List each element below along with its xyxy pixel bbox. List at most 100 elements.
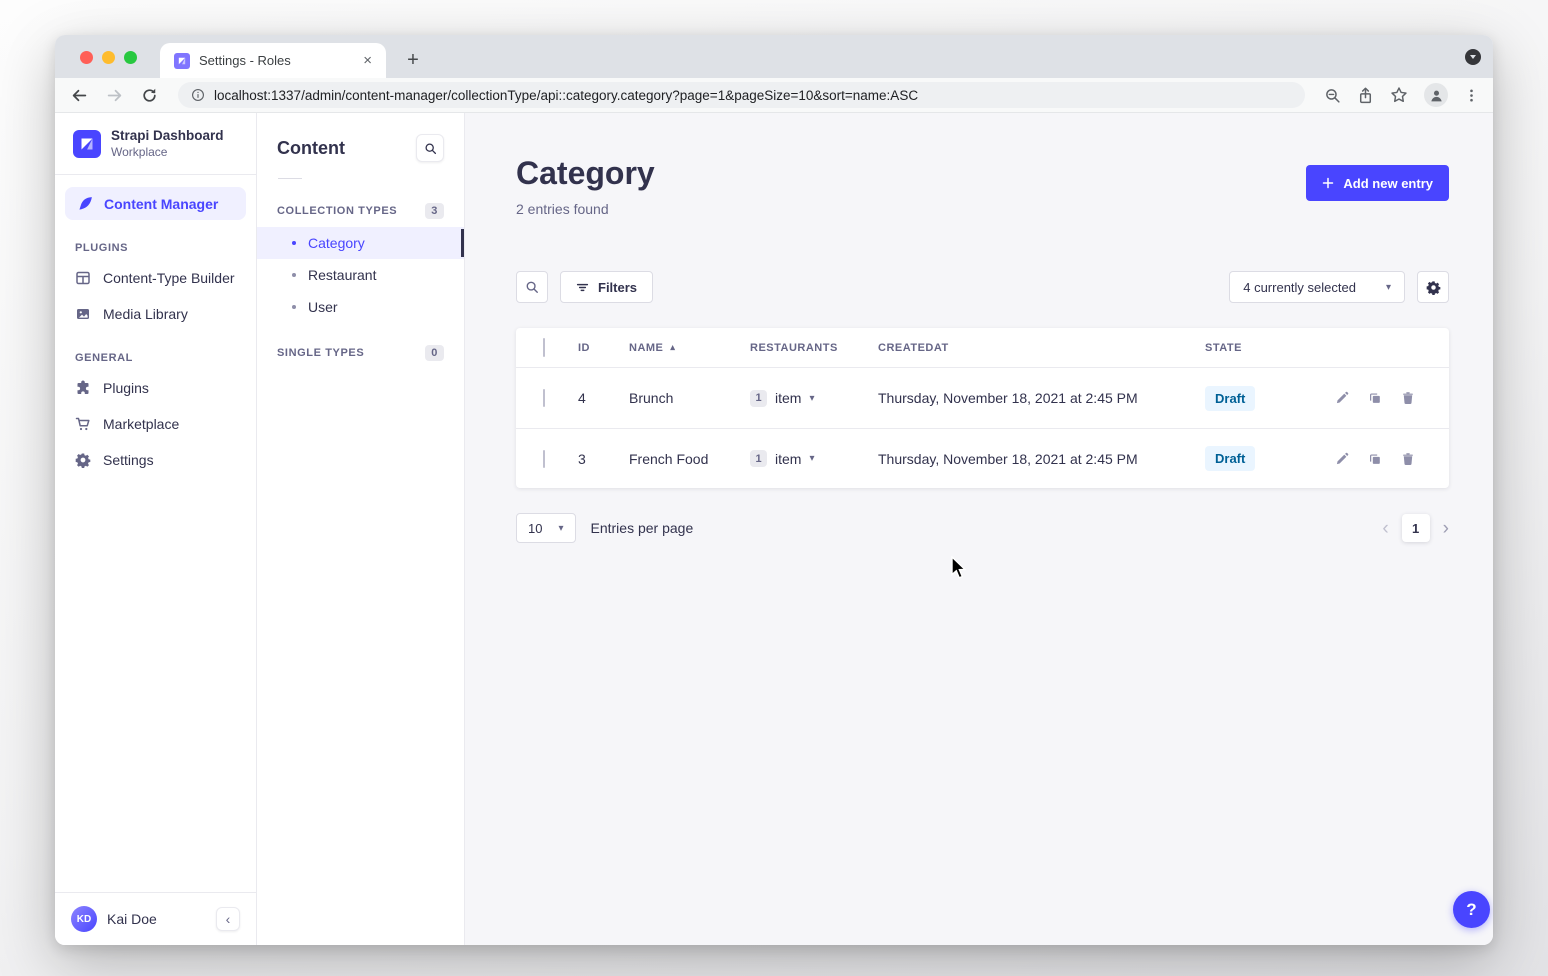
entries-table: ID NAME ▴ RESTAURANTS CREATEDAT STATE 4	[516, 328, 1449, 488]
subnav-search-button[interactable]	[416, 134, 444, 162]
sidebar-item-media-library[interactable]: Media Library	[55, 296, 256, 332]
collapse-sidebar-button[interactable]: ‹	[216, 907, 240, 931]
column-header-id[interactable]: ID	[578, 342, 629, 354]
delete-button[interactable]	[1401, 452, 1415, 466]
collection-types-count-badge: 3	[425, 203, 444, 219]
sidebar-item-marketplace[interactable]: Marketplace	[55, 406, 256, 442]
new-tab-button[interactable]: +	[399, 46, 427, 74]
state-badge: Draft	[1205, 446, 1255, 471]
url-bar[interactable]: localhost:1337/admin/content-manager/col…	[178, 82, 1305, 108]
pencil-icon	[1335, 391, 1349, 405]
share-icon[interactable]	[1357, 87, 1374, 104]
cell-name: Brunch	[629, 390, 750, 406]
duplicate-button[interactable]	[1368, 452, 1382, 466]
row-checkbox[interactable]	[543, 389, 545, 407]
user-name: Kai Doe	[107, 911, 157, 927]
previous-page-button[interactable]: ‹	[1382, 519, 1388, 538]
minimize-window-button[interactable]	[102, 51, 115, 64]
next-page-button[interactable]: ›	[1443, 519, 1449, 538]
trash-icon	[1401, 452, 1415, 466]
delete-button[interactable]	[1401, 391, 1415, 405]
section-plugins-label: PLUGINS	[55, 222, 256, 260]
gear-icon	[1426, 280, 1441, 295]
cell-createdat: Thursday, November 18, 2021 at 2:45 PM	[878, 451, 1205, 467]
table-header-row: ID NAME ▴ RESTAURANTS CREATEDAT STATE	[516, 328, 1449, 368]
subnav-item-category[interactable]: Category	[257, 227, 464, 259]
strapi-logo-icon	[73, 130, 101, 158]
page-size-select[interactable]: 10 ▾	[516, 513, 576, 543]
help-button[interactable]: ?	[1453, 891, 1490, 928]
cell-restaurants-dropdown[interactable]: 1 item ▾	[750, 450, 878, 467]
table-settings-button[interactable]	[1417, 271, 1449, 303]
pencil-icon	[1335, 452, 1349, 466]
tab-title: Settings - Roles	[199, 53, 350, 68]
add-new-entry-button[interactable]: Add new entry	[1306, 165, 1449, 201]
browser-toolbar: localhost:1337/admin/content-manager/col…	[55, 78, 1493, 113]
close-tab-icon[interactable]: ×	[359, 52, 376, 69]
chevron-down-icon: ▾	[1386, 282, 1391, 293]
close-window-button[interactable]	[80, 51, 93, 64]
sidebar-item-plugins[interactable]: Plugins	[55, 370, 256, 406]
sidebar-item-content-type-builder[interactable]: Content-Type Builder	[55, 260, 256, 296]
section-general-label: GENERAL	[55, 332, 256, 370]
sidebar-item-label: Media Library	[103, 306, 188, 322]
select-all-checkbox[interactable]	[543, 338, 545, 357]
content-subnav: Content COLLECTION TYPES 3 Category Rest…	[257, 113, 465, 945]
menu-kebab-icon[interactable]	[1464, 88, 1479, 103]
subnav-item-label: Category	[308, 235, 365, 251]
forward-icon[interactable]	[104, 85, 124, 105]
filters-button[interactable]: Filters	[560, 271, 653, 303]
page-size-value: 10	[528, 521, 542, 536]
subnav-item-restaurant[interactable]: Restaurant	[257, 259, 464, 291]
cell-restaurants-dropdown[interactable]: 1 item ▾	[750, 390, 878, 407]
user-area[interactable]: KD Kai Doe ‹	[55, 892, 256, 945]
browser-tab[interactable]: Settings - Roles ×	[160, 43, 386, 78]
profile-avatar-icon[interactable]	[1424, 83, 1448, 107]
edit-button[interactable]	[1335, 452, 1349, 466]
current-page-button[interactable]: 1	[1402, 514, 1430, 542]
workspace-brand[interactable]: Strapi Dashboard Workplace	[55, 113, 256, 175]
table-row[interactable]: 4 Brunch 1 item ▾ Thursday, November 18,…	[516, 368, 1449, 428]
strapi-app: Strapi Dashboard Workplace Content Manag…	[55, 113, 1493, 945]
main-sidebar: Strapi Dashboard Workplace Content Manag…	[55, 113, 257, 945]
column-header-restaurants[interactable]: RESTAURANTS	[750, 342, 878, 354]
column-header-createdat[interactable]: CREATEDAT	[878, 342, 1205, 354]
single-types-label: SINGLE TYPES	[277, 347, 364, 359]
sidebar-item-content-manager[interactable]: Content Manager	[65, 187, 246, 220]
collection-types-label: COLLECTION TYPES	[277, 205, 397, 217]
table-search-button[interactable]	[516, 271, 548, 303]
tab-search-button[interactable]	[1465, 49, 1481, 65]
zoom-icon[interactable]	[1324, 87, 1341, 104]
back-icon[interactable]	[69, 85, 89, 105]
duplicate-button[interactable]	[1368, 391, 1382, 405]
column-header-name[interactable]: NAME ▴	[629, 342, 750, 354]
trash-icon	[1401, 391, 1415, 405]
sidebar-item-label: Settings	[103, 452, 154, 468]
column-header-state[interactable]: STATE	[1205, 342, 1325, 354]
bullet-icon	[292, 273, 296, 277]
sidebar-item-settings[interactable]: Settings	[55, 442, 256, 478]
columns-selected-dropdown[interactable]: 4 currently selected ▾	[1229, 271, 1405, 303]
workspace-subtitle: Workplace	[111, 145, 224, 159]
page-title: Category	[516, 157, 655, 189]
bookmark-star-icon[interactable]	[1390, 86, 1408, 104]
table-row[interactable]: 3 French Food 1 item ▾ Thursday, Novembe…	[516, 428, 1449, 488]
copy-icon	[1368, 391, 1382, 405]
edit-button[interactable]	[1335, 391, 1349, 405]
zoom-window-button[interactable]	[124, 51, 137, 64]
filter-lines-icon	[576, 281, 589, 294]
reload-icon[interactable]	[139, 85, 159, 105]
divider	[278, 178, 302, 179]
subnav-title: Content	[277, 138, 345, 159]
bullet-icon	[292, 305, 296, 309]
layout-grid-icon	[75, 270, 91, 286]
row-checkbox[interactable]	[543, 450, 545, 468]
gear-icon	[75, 452, 91, 468]
cell-name: French Food	[629, 451, 750, 467]
main-content: Category 2 entries found Add new entry	[465, 113, 1493, 945]
filters-label: Filters	[598, 280, 637, 295]
site-info-icon[interactable]	[191, 88, 205, 102]
toolbar-icons	[1324, 83, 1479, 107]
chevron-down-icon: ▾	[809, 393, 814, 404]
subnav-item-user[interactable]: User	[257, 291, 464, 323]
